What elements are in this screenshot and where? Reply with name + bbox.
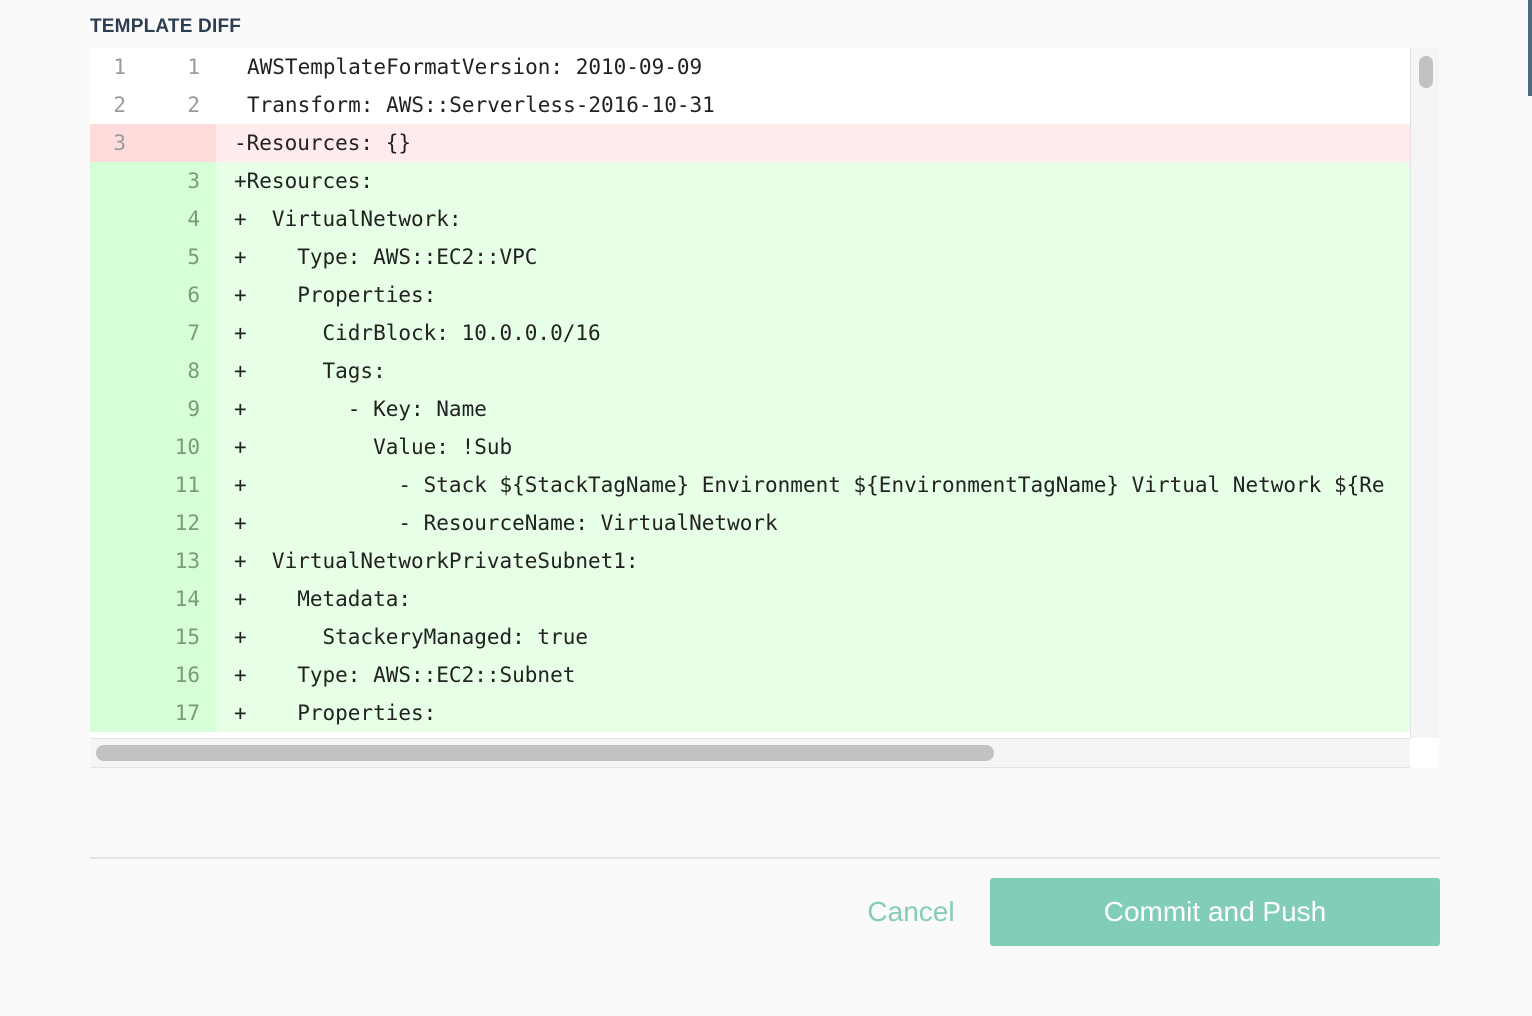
code-line: + VirtualNetwork: <box>234 207 462 231</box>
scrollbar-corner <box>1410 738 1439 768</box>
diff-line-added: 12 + - ResourceName: VirtualNetwork <box>90 504 1410 542</box>
code-line: + Tags: <box>234 359 386 383</box>
code-line: + - Stack ${StackTagName} Environment ${… <box>234 473 1385 497</box>
line-number-gutter: 9 <box>90 390 216 428</box>
new-line-number: 5 <box>187 245 200 269</box>
code-line: + Type: AWS::EC2::Subnet <box>234 663 576 687</box>
code-line: + - Key: Name <box>234 397 487 421</box>
section-title: TEMPLATE DIFF <box>90 16 242 37</box>
line-number-gutter: 11 <box>90 48 216 86</box>
diff-line-added: 14 + Metadata: <box>90 580 1410 618</box>
line-number-gutter: 13 <box>90 542 216 580</box>
new-line-number: 10 <box>174 435 200 459</box>
line-number-gutter: 3 <box>90 124 216 162</box>
new-line-number: 17 <box>174 701 200 725</box>
diff-content: 1 1 AWSTemplateFormatVersion: 2010-09-09 2 2… <box>90 48 1410 738</box>
diff-line-added: 15 + StackeryManaged: true <box>90 618 1410 656</box>
diff-line-removed: 3 -Resources: {} <box>90 124 1410 162</box>
commit-and-push-button[interactable]: Commit and Push <box>990 878 1440 946</box>
line-number-gutter: 5 <box>90 238 216 276</box>
code-line: + Value: !Sub <box>234 435 513 459</box>
line-number-gutter: 14 <box>90 580 216 618</box>
diff-line-added: 3 +Resources: <box>90 162 1410 200</box>
new-line-number: 9 <box>187 397 200 421</box>
diff-line-context: 2 2 Transform: AWS::Serverless-2016-10-31 <box>90 86 1410 124</box>
horizontal-scrollbar[interactable] <box>90 738 1410 768</box>
diff-line-added: 13 + VirtualNetworkPrivateSubnet1: <box>90 542 1410 580</box>
new-line-number: 2 <box>187 93 200 117</box>
old-line-number: 1 <box>113 55 126 79</box>
diff-line-added: 5 + Type: AWS::EC2::VPC <box>90 238 1410 276</box>
new-line-number: 6 <box>187 283 200 307</box>
line-number-gutter: 12 <box>90 504 216 542</box>
new-line-number: 8 <box>187 359 200 383</box>
code-line: + Metadata: <box>234 587 412 611</box>
new-line-number: 12 <box>174 511 200 535</box>
horizontal-scrollbar-thumb[interactable] <box>96 745 994 761</box>
new-line-number: 13 <box>174 549 200 573</box>
diff-line-added: 6 + Properties: <box>90 276 1410 314</box>
line-number-gutter: 3 <box>90 162 216 200</box>
code-line: AWSTemplateFormatVersion: 2010-09-09 <box>247 55 703 79</box>
vertical-scrollbar-thumb[interactable] <box>1419 56 1433 88</box>
new-line-number: 11 <box>174 473 200 497</box>
new-line-number: 7 <box>187 321 200 345</box>
code-line: + Type: AWS::EC2::VPC <box>234 245 538 269</box>
new-line-number: 4 <box>187 207 200 231</box>
new-line-number: 14 <box>174 587 200 611</box>
diff-line-context: 1 1 AWSTemplateFormatVersion: 2010-09-09 <box>90 48 1410 86</box>
diff-line-added: 16 + Type: AWS::EC2::Subnet <box>90 656 1410 694</box>
diff-line-added: 7 + CidrBlock: 10.0.0.0/16 <box>90 314 1410 352</box>
vertical-scrollbar[interactable] <box>1410 48 1439 738</box>
line-number-gutter: 8 <box>90 352 216 390</box>
old-line-number: 2 <box>113 93 126 117</box>
code-line: + Properties: <box>234 283 437 307</box>
old-line-number: 3 <box>113 131 126 155</box>
new-line-number: 1 <box>187 55 200 79</box>
line-number-gutter: 16 <box>90 656 216 694</box>
code-line: + VirtualNetworkPrivateSubnet1: <box>234 549 639 573</box>
code-line: Transform: AWS::Serverless-2016-10-31 <box>247 93 715 117</box>
code-line: + StackeryManaged: true <box>234 625 589 649</box>
template-diff-viewer: 1 1 AWSTemplateFormatVersion: 2010-09-09 2 2… <box>90 48 1439 768</box>
new-line-number: 3 <box>187 169 200 193</box>
line-number-gutter: 7 <box>90 314 216 352</box>
diff-line-added: 10 + Value: !Sub <box>90 428 1410 466</box>
line-number-gutter: 10 <box>90 428 216 466</box>
code-line: + Properties: <box>234 701 437 725</box>
line-number-gutter: 4 <box>90 200 216 238</box>
cancel-button[interactable]: Cancel <box>858 878 964 946</box>
diff-line-added: 8 + Tags: <box>90 352 1410 390</box>
code-line: + - ResourceName: VirtualNetwork <box>234 511 778 535</box>
line-number-gutter: 17 <box>90 694 216 732</box>
footer-divider <box>90 857 1440 859</box>
code-line: -Resources: {} <box>234 131 412 155</box>
code-line: + CidrBlock: 10.0.0.0/16 <box>234 321 601 345</box>
line-number-gutter: 6 <box>90 276 216 314</box>
diff-line-added: 4 + VirtualNetwork: <box>90 200 1410 238</box>
diff-line-added: 11 + - Stack ${StackTagName} Environment … <box>90 466 1410 504</box>
code-line: +Resources: <box>234 169 374 193</box>
diff-line-added: 17 + Properties: <box>90 694 1410 732</box>
line-number-gutter: 22 <box>90 86 216 124</box>
line-number-gutter: 15 <box>90 618 216 656</box>
window-edge <box>1528 0 1532 96</box>
new-line-number: 16 <box>174 663 200 687</box>
commit-dialog: TEMPLATE DIFF 1 1 AWSTemplateFormatVersion… <box>0 0 1532 1016</box>
diff-line-added: 9 + - Key: Name <box>90 390 1410 428</box>
new-line-number: 15 <box>174 625 200 649</box>
line-number-gutter: 11 <box>90 466 216 504</box>
